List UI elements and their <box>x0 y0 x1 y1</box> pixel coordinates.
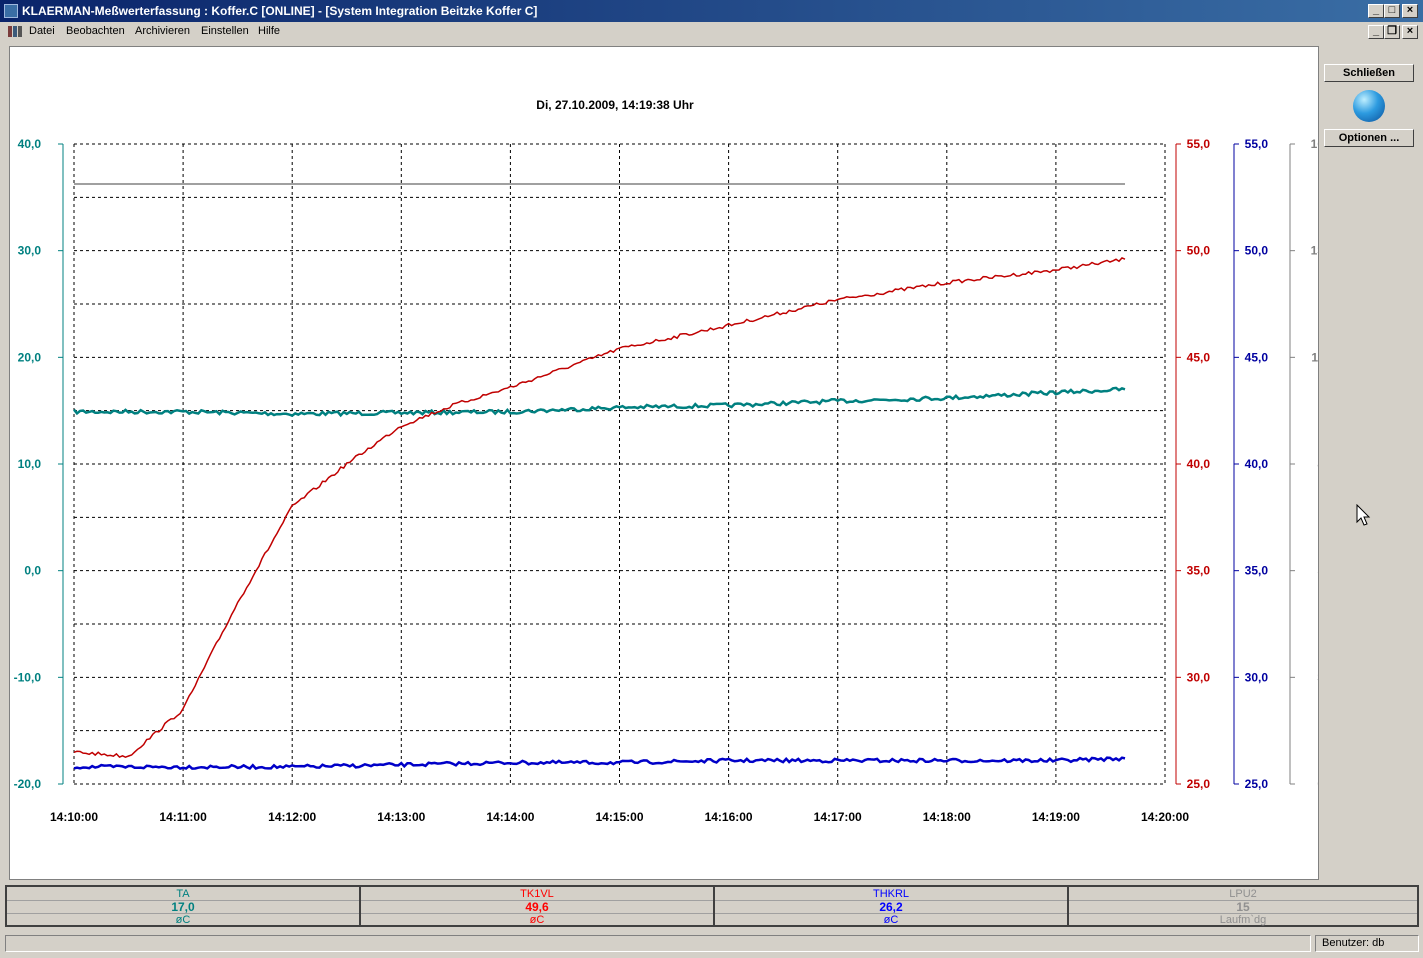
axis-tick-label-ta: 10,0 <box>18 457 42 471</box>
series-line-tk1vl <box>73 256 1126 759</box>
axis-tick-label-thkrl: 35,0 <box>1245 564 1269 578</box>
mouse-cursor-icon <box>1356 504 1371 526</box>
channel-value: 17,0 <box>7 900 359 913</box>
x-tick-label: 14:19:00 <box>1032 810 1080 824</box>
close-button[interactable]: × <box>1402 4 1418 18</box>
menu-hilfe[interactable]: Hilfe <box>258 25 280 37</box>
channel-values-panel: TA 17,0 øC TK1VL 49,6 øC THKRL 26,2 øC L… <box>5 885 1419 927</box>
chart-title: Di, 27.10.2009, 14:19:38 Uhr <box>536 98 694 112</box>
channel-thkrl[interactable]: THKRL 26,2 øC <box>715 887 1069 926</box>
status-segment <box>5 935 1311 952</box>
axis-tick-label-tk1vl: 35,0 <box>1187 564 1211 578</box>
x-tick-label: 14:20:00 <box>1141 810 1189 824</box>
globe-icon[interactable] <box>1353 90 1385 122</box>
x-tick-label: 14:11:00 <box>159 810 207 824</box>
channel-name: TA <box>176 888 190 900</box>
axis-tick-label-tk1vl: 30,0 <box>1187 670 1211 684</box>
axis-tick-label-ta: 20,0 <box>18 350 42 364</box>
axis-tick-label-thkrl: 30,0 <box>1245 670 1269 684</box>
channel-unit: øC <box>715 913 1067 926</box>
x-tick-label: 14:10:00 <box>50 810 98 824</box>
maximize-button[interactable]: □ <box>1384 4 1400 18</box>
menu-datei[interactable]: Datei <box>29 25 55 37</box>
x-tick-label: 14:16:00 <box>705 810 753 824</box>
series-line-thkrl <box>73 756 1126 771</box>
axis-tick-label-lpu2: 11 <box>1311 350 1318 364</box>
axis-tick-label-tk1vl: 40,0 <box>1187 457 1211 471</box>
child-minimize-button[interactable]: _ <box>1368 25 1384 39</box>
minimize-button[interactable]: _ <box>1368 4 1384 18</box>
menu-bar: Datei Beobachten Archivieren Einstellen … <box>0 22 1423 42</box>
axis-tick-label-lpu2: 5 <box>1317 564 1318 578</box>
axis-tick-label-ta: 0,0 <box>24 564 41 578</box>
axis-tick-label-thkrl: 50,0 <box>1245 244 1269 258</box>
channel-name: THKRL <box>872 888 910 900</box>
channel-ta[interactable]: TA 17,0 øC <box>7 887 361 926</box>
close-chart-button[interactable]: Schließen <box>1324 64 1414 82</box>
channel-name: TK1VL <box>520 888 554 900</box>
axis-tick-label-thkrl: 45,0 <box>1245 350 1269 364</box>
channel-value: 49,6 <box>361 900 713 913</box>
axis-tick-label-lpu2: 0 <box>1317 777 1318 791</box>
title-bar[interactable]: KLAERMAN-Meßwerterfassung : Koffer.C [ON… <box>0 0 1423 22</box>
axis-tick-label-tk1vl: 25,0 <box>1187 777 1211 791</box>
axis-tick-label-lpu2: 8 <box>1317 457 1318 471</box>
menu-beobachten[interactable]: Beobachten <box>66 25 125 37</box>
window-title: KLAERMAN-Meßwerterfassung : Koffer.C [ON… <box>22 4 538 18</box>
channel-value: 15 <box>1069 900 1417 913</box>
x-tick-label: 14:18:00 <box>923 810 971 824</box>
options-button[interactable]: Optionen ... <box>1324 129 1414 147</box>
axis-tick-label-ta: -10,0 <box>14 670 42 684</box>
app-icon[interactable] <box>4 4 18 18</box>
axis-tick-label-ta: 40,0 <box>18 137 42 151</box>
x-tick-label: 14:14:00 <box>486 810 534 824</box>
x-tick-label: 14:17:00 <box>814 810 862 824</box>
x-tick-label: 14:13:00 <box>377 810 425 824</box>
status-bar: Benutzer: db <box>5 935 1419 954</box>
series-line-ta <box>73 386 1126 418</box>
document-icon[interactable] <box>8 25 22 38</box>
channel-value: 26,2 <box>715 900 1067 913</box>
axis-tick-label-thkrl: 25,0 <box>1245 777 1269 791</box>
channel-name: LPU2 <box>1229 888 1257 900</box>
channel-unit: Laufm`dg <box>1069 913 1417 926</box>
axis-tick-label-lpu2: 13 <box>1311 244 1318 258</box>
menu-einstellen[interactable]: Einstellen <box>201 25 249 37</box>
child-restore-button[interactable]: ❐ <box>1384 25 1400 39</box>
axis-tick-label-tk1vl: 45,0 <box>1187 350 1211 364</box>
channel-unit: øC <box>7 913 359 926</box>
trend-chart: Di, 27.10.2009, 14:19:38 Uhr 14:10:00 14:1… <box>14 98 1318 824</box>
channel-unit: øC <box>361 913 713 926</box>
menu-archivieren[interactable]: Archivieren <box>135 25 190 37</box>
x-tick-label: 14:12:00 <box>268 810 316 824</box>
axis-tick-label-tk1vl: 55,0 <box>1187 137 1211 151</box>
chart-panel[interactable]: Di, 27.10.2009, 14:19:38 Uhr 14:10:00 14:1… <box>9 46 1319 880</box>
axis-tick-label-thkrl: 40,0 <box>1245 457 1269 471</box>
child-close-button[interactable]: × <box>1402 25 1418 39</box>
axis-tick-label-tk1vl: 50,0 <box>1187 244 1211 258</box>
x-tick-label: 14:15:00 <box>595 810 643 824</box>
channel-lpu2[interactable]: LPU2 15 Laufm`dg <box>1069 887 1417 926</box>
axis-tick-label-lpu2: 16 <box>1311 137 1318 151</box>
axis-tick-label-lpu2: 3 <box>1317 670 1318 684</box>
axis-tick-label-thkrl: 55,0 <box>1245 137 1269 151</box>
axis-tick-label-ta: 30,0 <box>18 244 42 258</box>
user-status: Benutzer: db <box>1315 935 1419 952</box>
axis-tick-label-ta: -20,0 <box>14 777 42 791</box>
channel-tk1vl[interactable]: TK1VL 49,6 øC <box>361 887 715 926</box>
